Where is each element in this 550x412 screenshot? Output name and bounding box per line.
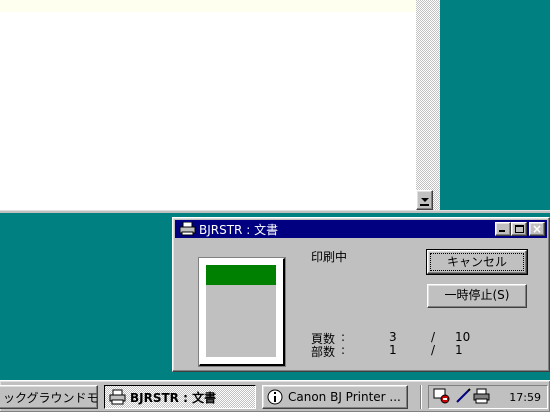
dialog-titlebar[interactable]: BJRSTR : 文書 × (175, 220, 547, 238)
vertical-scrollbar-track[interactable] (416, 0, 440, 213)
pause-button[interactable]: 一時停止(S) (427, 284, 527, 308)
copies-total: 1 (455, 343, 463, 357)
minimize-button[interactable] (495, 222, 511, 236)
maximize-button[interactable] (511, 222, 527, 236)
maximize-icon (515, 225, 524, 233)
print-progress-dialog: BJRSTR : 文書 × 印刷中 キャンセル 一時停止(S) 頁数 : 3 /… (172, 217, 550, 372)
printer-icon (109, 389, 127, 405)
pages-total: 10 (455, 330, 471, 344)
dialog-title: BJRSTR : 文書 (199, 222, 279, 237)
document-window-border (0, 210, 550, 213)
pen-icon[interactable] (455, 387, 471, 407)
dialog-body: 印刷中 キャンセル 一時停止(S) 頁数 : 3 / 10 部数 : 1 / 1 (175, 238, 547, 371)
printer-icon (179, 221, 197, 236)
printer-tray-icon[interactable] (473, 388, 491, 407)
taskbar: ックグラウンドモ... BJRSTR : 文書 Canon BJ Printer… (0, 380, 550, 412)
page-preview (198, 257, 286, 367)
close-icon: × (532, 222, 543, 236)
cancel-button[interactable]: キャンセル (426, 249, 528, 275)
taskbar-item-bjrstr[interactable]: BJRSTR : 文書 (104, 385, 256, 409)
pages-current: 3 (389, 330, 397, 344)
document-header-strip (0, 0, 440, 12)
page-preview-printed-band (206, 265, 276, 285)
document-window (0, 0, 440, 213)
copies-current: 1 (389, 343, 397, 357)
taskbar-item-canon-bj-printer[interactable]: Canon BJ Printer ... (262, 385, 408, 409)
network-icon[interactable] (433, 388, 451, 407)
print-status-label: 印刷中 (311, 250, 348, 264)
system-tray: 17:59 (428, 385, 548, 409)
arrow-down-icon (421, 198, 429, 202)
clock[interactable]: 17:59 (509, 391, 541, 404)
copies-label: 部数 (311, 345, 336, 359)
minimize-icon (499, 230, 505, 232)
scroll-down-button[interactable] (416, 190, 433, 210)
close-button[interactable]: × (529, 222, 545, 236)
taskbar-item-background-mode[interactable]: ックグラウンドモ... (0, 385, 98, 409)
info-icon (267, 389, 285, 405)
